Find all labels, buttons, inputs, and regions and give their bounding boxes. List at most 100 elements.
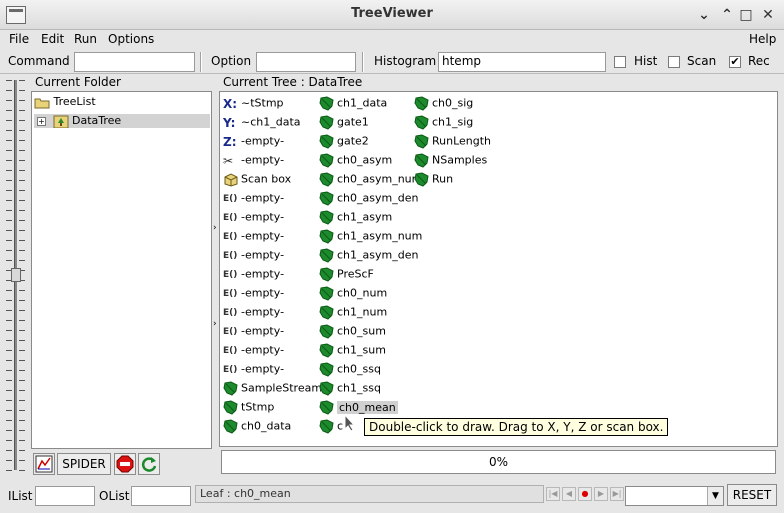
tree-item-label: -empty- (241, 210, 285, 224)
menu-run[interactable]: Run (74, 32, 97, 46)
tree-item-label: ch0_asym_num (337, 172, 423, 186)
tree-item-label: ch0_num (337, 286, 388, 300)
maximize-restore-icon[interactable]: ⌃ (717, 5, 737, 25)
tree-item[interactable]: E() -empty- (223, 246, 284, 263)
leaf-icon (319, 171, 335, 187)
folder-node-treelist[interactable]: TreeList (34, 95, 96, 109)
tree-item-label: -empty- (241, 248, 285, 262)
tree-leaf[interactable]: ch1_ssq (319, 379, 381, 396)
tree-item[interactable]: SampleStream (223, 379, 322, 396)
tree-leaf[interactable]: ch0_asym (319, 151, 392, 168)
leaf-icon (319, 361, 335, 377)
tree-leaf[interactable]: gate2 (319, 132, 369, 149)
tree-view[interactable]: X: ~tStmp Y: ~ch1_data Z: -empty- ✂ -empty- Scan… (219, 91, 778, 447)
x-axis-icon: X: (223, 96, 238, 111)
tree-leaf[interactable]: ch0_asym_den (319, 189, 418, 206)
tree-icon (53, 115, 68, 128)
menu-help[interactable]: Help (749, 32, 776, 46)
vertical-slider[interactable] (4, 78, 26, 474)
tree-item[interactable]: Z: -empty- (223, 132, 284, 149)
hist-checkbox[interactable] (614, 56, 626, 68)
ilist-input[interactable] (35, 486, 95, 506)
stop-button[interactable] (114, 453, 136, 475)
tree-leaf[interactable]: ch1_asym (319, 208, 392, 225)
refresh-button[interactable] (138, 453, 160, 475)
tree-item[interactable]: E() -empty- (223, 189, 284, 206)
tree-leaf[interactable]: ch1_data (319, 94, 387, 111)
histogram-input[interactable]: htemp (438, 52, 606, 72)
draw-histogram-button[interactable] (33, 453, 55, 475)
tree-item[interactable]: E() -empty- (223, 341, 284, 358)
leaf-icon (414, 152, 430, 168)
reset-button[interactable]: RESET (727, 484, 777, 506)
tree-leaf[interactable]: ch0_sum (319, 322, 386, 339)
tree-leaf[interactable]: ch1_asym_den (319, 246, 418, 263)
tree-item[interactable]: E() -empty- (223, 265, 284, 282)
histogram-icon (35, 455, 53, 473)
leaf-icon (414, 171, 430, 187)
expand-icon[interactable]: + (37, 116, 46, 126)
menu-edit[interactable]: Edit (41, 32, 64, 46)
tree-leaf[interactable]: c (319, 417, 343, 434)
rec-checkbox[interactable]: ✔ (729, 56, 741, 68)
tree-leaf[interactable]: ch1_asym_num (319, 227, 422, 244)
scan-checkbox[interactable] (668, 56, 680, 68)
tree-leaf[interactable]: ch0_num (319, 284, 387, 301)
maximize-icon[interactable]: □ (736, 5, 756, 25)
expression-icon: E() (223, 326, 238, 337)
title-bar: TreeViewer ⌄ ⌃ □ ✕ (0, 0, 784, 30)
chevron-down-icon[interactable]: ▼ (707, 487, 723, 505)
tree-leaf[interactable]: ch0_mean (319, 398, 398, 415)
tree-leaf[interactable]: ch1_sig (414, 113, 473, 130)
tree-item[interactable]: ch0_data (223, 417, 291, 434)
tree-leaf[interactable]: ch1_sum (319, 341, 386, 358)
tree-leaf[interactable]: ch0_asym_num (319, 170, 422, 187)
tree-leaf[interactable]: ch1_num (319, 303, 387, 320)
tree-item[interactable]: E() -empty- (223, 284, 284, 301)
tree-item[interactable]: E() -empty- (223, 360, 284, 377)
tree-item[interactable]: E() -empty- (223, 208, 284, 225)
status-message: Leaf : ch0_mean (195, 485, 544, 503)
tree-item[interactable]: ✂ -empty- (223, 151, 284, 168)
panel-splitter[interactable]: › › (213, 75, 218, 475)
tree-item[interactable]: X: ~tStmp (223, 94, 284, 111)
menu-file[interactable]: File (9, 32, 29, 46)
tree-leaf[interactable]: ch0_ssq (319, 360, 381, 377)
session-combo[interactable]: ▼ (625, 486, 724, 506)
last-record-icon[interactable]: ▶| (610, 487, 624, 501)
olist-input[interactable] (131, 486, 191, 506)
leaf-icon (319, 266, 335, 282)
option-input[interactable] (256, 52, 356, 72)
tree-item[interactable]: E() -empty- (223, 303, 284, 320)
menu-options[interactable]: Options (108, 32, 154, 46)
tree-item-label: Scan box (241, 172, 292, 186)
tree-item-label: tStmp (241, 400, 275, 414)
slider-thumb[interactable] (11, 268, 21, 282)
folder-node-datatree[interactable]: + DataTree (34, 114, 210, 128)
tree-item[interactable]: E() -empty- (223, 322, 284, 339)
spider-button[interactable]: SPIDER (57, 453, 111, 475)
tree-leaf[interactable]: PreScF (319, 265, 374, 282)
tree-item-label: -empty- (241, 343, 285, 357)
tree-leaf[interactable]: NSamples (414, 151, 487, 168)
first-record-icon[interactable]: |◀ (546, 487, 560, 501)
command-input[interactable] (74, 52, 195, 72)
option-label: Option (211, 54, 252, 68)
tree-item[interactable]: Scan box (223, 170, 291, 187)
prev-record-icon[interactable]: ◀ (562, 487, 576, 501)
command-bar: Command Option Histogram htemp Hist Scan… (0, 50, 784, 74)
tree-leaf[interactable]: ch0_sig (414, 94, 473, 111)
tree-item[interactable]: E() -empty- (223, 227, 284, 244)
folder-tree[interactable]: TreeList + DataTree (31, 91, 212, 449)
tree-item[interactable]: Y: ~ch1_data (223, 113, 301, 130)
scan-box-icon (223, 172, 239, 187)
tree-leaf[interactable]: gate1 (319, 113, 369, 130)
minimize-icon[interactable]: ⌄ (694, 5, 714, 25)
tree-leaf[interactable]: Run (414, 170, 453, 187)
next-record-icon[interactable]: ▶ (594, 487, 608, 501)
record-dot-icon[interactable]: ● (578, 487, 592, 501)
current-tree-header: Current Tree : DataTree (223, 75, 363, 89)
close-icon[interactable]: ✕ (758, 5, 778, 25)
tree-item[interactable]: tStmp (223, 398, 274, 415)
tree-leaf[interactable]: RunLength (414, 132, 491, 149)
